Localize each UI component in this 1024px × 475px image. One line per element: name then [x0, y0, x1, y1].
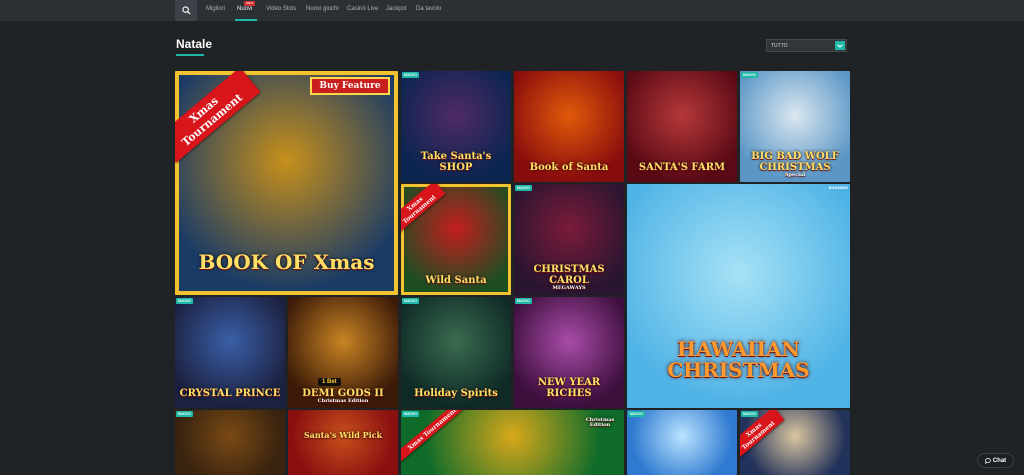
game-title: Santa's Wild Pick: [303, 429, 383, 440]
filter-select[interactable]: TUTTO: [766, 39, 847, 52]
game-subtitle: Special: [784, 172, 806, 179]
nav-item-nuovi[interactable]: Nuovi: [237, 6, 252, 12]
game-tile[interactable]: Book of Santa: [514, 71, 624, 182]
game-tile[interactable]: NUOVO Holiday Spirits: [401, 297, 511, 408]
new-game-badge: NUOVO: [515, 298, 532, 304]
filter-select-value: TUTTO: [771, 43, 788, 49]
chat-label: Chat: [992, 457, 1007, 464]
search-button[interactable]: [175, 0, 197, 21]
game-title: HAWAIIAN CHRISTMAS: [667, 337, 810, 383]
new-game-badge: NUOVO: [628, 411, 645, 417]
game-title: BIG BAD WOLF CHRISTMAS: [751, 151, 839, 173]
search-icon: [181, 6, 191, 15]
game-tile[interactable]: 1 Bet DEMI GODS II Christmas Edition: [288, 297, 398, 408]
game-title: Holiday Spirits: [414, 387, 498, 399]
chat-bubble-icon: [984, 457, 991, 464]
nav-item-video-slots[interactable]: Video Slots: [266, 6, 296, 12]
new-game-badge: NUOVO: [176, 298, 193, 304]
nav-item-migliori[interactable]: Migliori: [206, 6, 225, 12]
section-title-underline: [176, 54, 204, 56]
brand-logo: 1 Bet: [318, 378, 341, 386]
game-title: NEW YEAR RICHES: [537, 377, 601, 399]
new-game-badge: NUOVO: [402, 298, 419, 304]
game-title: Take Santa's SHOP: [420, 151, 492, 173]
chevron-down-icon: [835, 41, 845, 50]
game-tile[interactable]: BGAMING HAWAIIAN CHRISTMAS: [627, 184, 850, 408]
nav-item-casino-live[interactable]: Casinò Live: [347, 6, 378, 12]
new-game-badge: NUOVO: [176, 411, 193, 417]
nav-item-nuovi-giochi[interactable]: Nuovi giochi: [306, 6, 339, 12]
game-title: CHRISTMAS CAROL: [533, 264, 605, 286]
nav-item-da-tavolo[interactable]: Da tavolo: [416, 6, 441, 12]
game-tile[interactable]: NUOVO Xmas Tournament: [740, 410, 850, 475]
tournament-ribbon: Xmas Tournament: [401, 184, 446, 233]
game-tile[interactable]: Xmas Tournament Buy Feature BOOK OF Xmas: [175, 71, 398, 295]
game-subtitle: Christmas Edition: [317, 398, 369, 405]
buy-feature-label: Buy Feature: [310, 77, 390, 95]
game-tile[interactable]: NUOVO BIG BAD WOLF CHRISTMAS Special: [740, 71, 850, 182]
new-game-badge: NUOVO: [402, 411, 419, 417]
tournament-ribbon: Xmas Tournament: [401, 410, 470, 462]
game-tile[interactable]: NUOVO: [627, 410, 737, 475]
new-game-badge: NUOVO: [515, 185, 532, 191]
tournament-ribbon: Xmas Tournament: [175, 71, 261, 163]
game-subtitle: Christmas Edition: [585, 417, 615, 429]
game-title: SANTA'S FARM: [638, 161, 726, 173]
nav-active-indicator: [235, 19, 257, 21]
nav-item-jackpot[interactable]: Jackpot: [386, 6, 407, 12]
game-tile[interactable]: NUOVO CHRISTMAS CAROL MEGAWAYS: [514, 184, 624, 295]
game-subtitle: MEGAWAYS: [552, 285, 586, 292]
chat-button[interactable]: Chat: [977, 453, 1014, 468]
new-game-badge: NUOVO: [402, 72, 419, 78]
new-game-badge: NUOVO: [741, 411, 758, 417]
game-tile[interactable]: NUOVO Take Santa's SHOP: [401, 71, 511, 182]
section-title: Natale: [176, 37, 213, 51]
tournament-ribbon: Xmas Tournament: [740, 410, 785, 459]
game-tile[interactable]: NUOVO: [175, 410, 285, 475]
new-badge: NEW: [244, 1, 255, 6]
game-title: CRYSTAL PRINCE: [179, 387, 281, 399]
top-nav: Migliori Nuovi NEW Video Slots Nuovi gio…: [0, 0, 1024, 21]
game-tile[interactable]: Santa's Wild Pick: [288, 410, 398, 475]
provider-label: BGAMING: [828, 185, 848, 190]
game-title: Book of Santa: [529, 161, 609, 173]
game-tile[interactable]: NUOVO Xmas Tournament Christmas Edition: [401, 410, 624, 475]
game-title: Wild Santa: [425, 274, 487, 286]
game-tile[interactable]: NUOVO CRYSTAL PRINCE: [175, 297, 285, 408]
game-grid: Xmas Tournament Buy Feature BOOK OF Xmas NU…: [175, 71, 850, 475]
game-tile[interactable]: SANTA'S FARM: [627, 71, 737, 182]
game-title: BOOK OF Xmas: [198, 249, 375, 274]
new-game-badge: NUOVO: [741, 72, 758, 78]
game-tile[interactable]: Xmas Tournament Wild Santa: [401, 184, 511, 295]
game-tile[interactable]: NUOVO NEW YEAR RICHES: [514, 297, 624, 408]
